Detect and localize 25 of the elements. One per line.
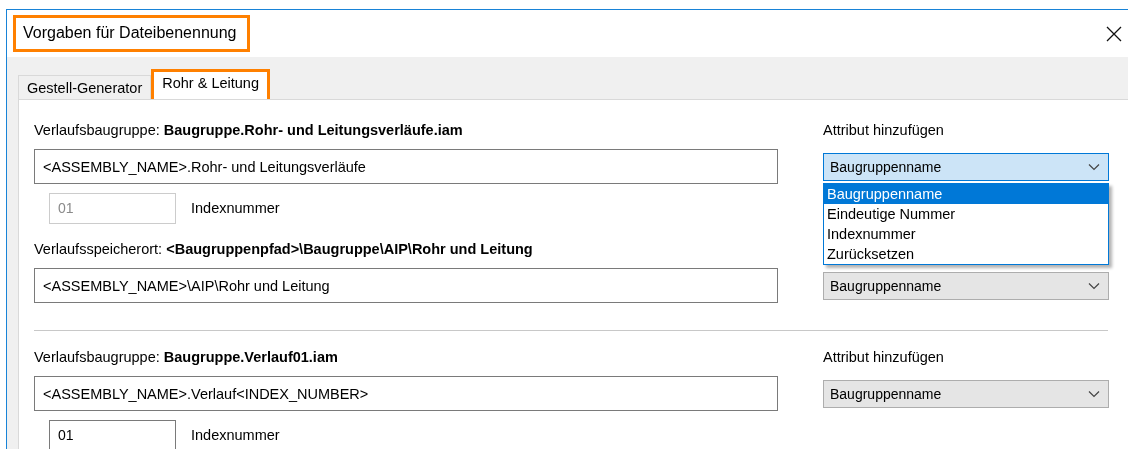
dropdown[interactable]: Baugruppenname (823, 271, 1109, 300)
dropdown-option[interactable]: Baugruppenname (824, 183, 1108, 204)
dropdown-option[interactable]: Indexnummer (824, 223, 1108, 244)
name-field[interactable]: <ASSEMBLY_NAME>.Rohr- und Leitungsverläufe (34, 149, 778, 184)
tab[interactable]: Rohr & Leitung (151, 69, 270, 99)
dropdown-option[interactable]: Zurücksetzen (824, 243, 1108, 264)
dropdown[interactable]: Baugruppenname (823, 152, 1109, 181)
attribute-label: Attribut hinzufügen (823, 121, 945, 140)
index-label: Indexnummer (191, 199, 280, 218)
tab[interactable]: Gestell-Generator (18, 75, 152, 99)
chevron-icon (1088, 162, 1100, 171)
dropdown[interactable]: Baugruppenname (823, 379, 1109, 408)
close-icon[interactable] (1106, 25, 1122, 42)
name-field[interactable]: <ASSEMBLY_NAME>\AIP\Rohr und Leitung (34, 268, 778, 303)
window-title: Vorgaben für Dateibenennung (13, 15, 250, 52)
index-label: Indexnummer (191, 426, 280, 445)
field-label: Verlaufsspeicherort: <Baugruppenpfad>\Baugruppe\AIP\Rohr und Leitung (34, 240, 534, 259)
name-field[interactable]: <ASSEMBLY_NAME>.Verlauf<INDEX_NUMBER> (34, 376, 778, 411)
index-field[interactable]: 01 (49, 419, 176, 449)
attribute-label: Attribut hinzufügen (823, 348, 945, 367)
chevron-icon (1088, 281, 1100, 290)
field-label: Verlaufsbaugruppe: Baugruppe.Verlauf01.iam (34, 348, 339, 367)
chevron-icon (1088, 389, 1100, 398)
dropdown-option[interactable]: Eindeutige Nummer (824, 203, 1108, 224)
field-label: Verlaufsbaugruppe: Baugruppe.Rohr- und Leitungsverläufe.iam (34, 121, 464, 140)
